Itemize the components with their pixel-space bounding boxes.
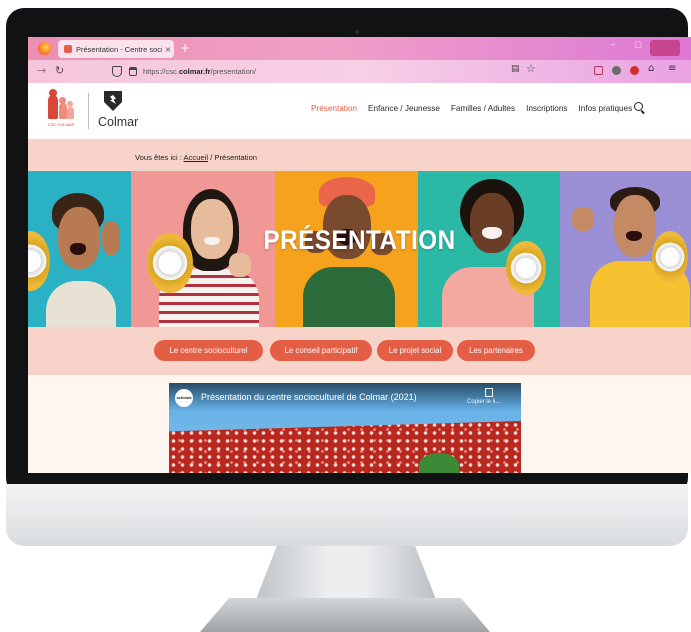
nav-item-enfance-jeunesse[interactable]: Enfance / Jeunesse <box>368 104 440 113</box>
window-close-button[interactable] <box>650 40 680 56</box>
url-prefix: https://csc. <box>143 67 179 76</box>
browser-tab[interactable]: Présentation - Centre sociocult × <box>58 40 174 58</box>
screen: Présentation - Centre sociocult × + – ◻ … <box>28 37 691 473</box>
new-tab-button[interactable]: + <box>180 41 190 55</box>
breadcrumb-home-link[interactable]: Accueil <box>184 153 208 162</box>
browser-tab-bar: Présentation - Centre sociocult × + – ◻ <box>28 37 691 60</box>
colmar-logo-text[interactable]: Colmar <box>98 115 138 129</box>
url-path: /presentation/ <box>210 67 256 76</box>
search-icon[interactable] <box>634 102 643 111</box>
reload-icon[interactable]: ↻ <box>55 64 64 77</box>
megaphone-image <box>28 231 50 291</box>
url-bar[interactable]: https://csc. colmar.fr/presentation/ <box>112 64 542 79</box>
window-maximize-button[interactable]: ◻ <box>630 40 646 50</box>
extension-icon[interactable] <box>630 66 639 75</box>
url-domain: colmar.fr <box>178 67 211 76</box>
copy-link-label[interactable]: Copier le li... <box>467 399 500 405</box>
monitor-chin <box>6 484 688 546</box>
colmar-shield-icon <box>104 91 122 111</box>
subnav-partenaires-button[interactable]: Les partenaires <box>457 340 535 361</box>
extensions-puzzle-icon[interactable]: ⌂ <box>648 63 654 74</box>
menu-icon[interactable]: ≡ <box>668 63 676 74</box>
window-minimize-button[interactable]: – <box>605 40 621 50</box>
subnav-centre-socioculturel-button[interactable]: Le centre socioculturel <box>154 340 263 361</box>
breadcrumb-current: Présentation <box>214 153 258 162</box>
camera-dot <box>355 30 359 34</box>
copy-link-icon[interactable] <box>485 388 493 397</box>
tab-close-icon[interactable]: × <box>162 45 174 54</box>
video-thumbnail-building <box>169 421 521 473</box>
channel-avatar[interactable]: schlouk <box>175 389 193 407</box>
nav-item-infos-pratiques[interactable]: Infos pratiques <box>579 104 633 113</box>
csc-logo-caption: CSC COLMAR <box>47 122 75 127</box>
section-subnav: Le centre socioculturel Le conseil parti… <box>28 327 691 375</box>
extension-icon[interactable] <box>612 66 621 75</box>
breadcrumb: Vous êtes ici : Accueil / Présentation <box>28 139 691 171</box>
reader-view-icon[interactable]: ▤ <box>511 64 520 74</box>
bookmark-star-icon[interactable]: ☆ <box>526 62 536 75</box>
favicon-icon <box>64 45 72 53</box>
subnav-conseil-participatif-button[interactable]: Le conseil participatif <box>270 340 372 361</box>
subnav-projet-social-button[interactable]: Le projet social <box>377 340 453 361</box>
firefox-logo-icon[interactable] <box>38 42 51 55</box>
monitor-base <box>200 598 490 632</box>
video-thumbnail-tree <box>419 453 459 473</box>
nav-item-familles-adultes[interactable]: Familles / Adultes <box>451 104 515 113</box>
monitor-stand <box>255 546 437 602</box>
browser-nav-bar: → ↻ https://csc. colmar.fr/presentation/ … <box>28 60 691 83</box>
nav-item-presentation[interactable]: Présentation <box>311 104 357 113</box>
csc-logo[interactable]: CSC COLMAR <box>46 89 76 131</box>
video-player[interactable]: schlouk Présentation du centre sociocult… <box>169 383 521 473</box>
hero-title: PRÉSENTATION <box>263 225 456 255</box>
breadcrumb-prefix: Vous êtes ici : <box>135 153 184 162</box>
logo-divider <box>88 93 89 129</box>
shield-icon[interactable] <box>112 66 122 77</box>
site-header: CSC COLMAR Colmar Présentation Enfance /… <box>28 83 691 139</box>
back-arrow-icon[interactable]: → <box>37 64 46 77</box>
lock-icon[interactable] <box>129 67 137 76</box>
hero-banner: PRÉSENTATION <box>28 171 691 327</box>
nav-item-inscriptions[interactable]: Inscriptions <box>526 104 567 113</box>
video-title[interactable]: Présentation du centre socioculturel de … <box>201 392 417 402</box>
main-content: schlouk Présentation du centre sociocult… <box>28 375 691 473</box>
pocket-icon[interactable] <box>594 66 603 75</box>
tab-title: Présentation - Centre sociocult <box>76 44 162 54</box>
main-nav: Présentation Enfance / Jeunesse Familles… <box>311 104 632 113</box>
